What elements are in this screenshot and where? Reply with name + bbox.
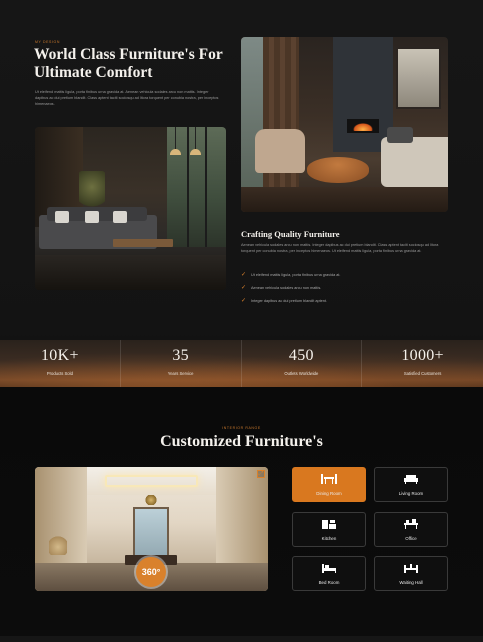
stat-value: 35 [172, 347, 189, 364]
plant [79, 171, 105, 211]
armchair [255, 129, 305, 173]
customized-eyebrow: INTERIOR RANGE [222, 426, 261, 430]
checklist-text: Aenean vehicula sodales arcu non mattis. [251, 285, 322, 290]
stat-outlets-worldwide: 450 Outlets Worldwide [242, 340, 363, 387]
lounge-photo [241, 37, 448, 212]
sofa-icon [375, 474, 447, 485]
page: MY DESIGN World Class Furniture's For Ul… [0, 0, 483, 642]
hero-description: Ut eleifend mattis ligula, porta finibus… [35, 90, 219, 106]
stat-label: Outlets Worldwide [284, 371, 319, 376]
chandelier [145, 495, 157, 505]
floor [241, 187, 448, 212]
fireplace [333, 37, 393, 152]
pendant-lamp [190, 127, 201, 155]
stat-value: 1000+ [401, 347, 444, 364]
room-tab-living[interactable]: Living Room [374, 467, 448, 502]
sofa [381, 127, 448, 187]
checkmark-icon: ✓ [241, 271, 247, 278]
room-label: Living Room [398, 491, 424, 496]
cushion [113, 211, 127, 223]
stats-band: 10K+ Products Sold 35 Years Service 450 … [0, 340, 483, 387]
coffee-table [113, 239, 173, 247]
checklist-item: ✓ Aenean vehicula sodales arcu non matti… [241, 281, 449, 294]
living-room-photo [35, 127, 226, 290]
crafting-description: Aenean vehicula sodales arcu non mattis.… [241, 243, 439, 253]
room-tab-bedroom[interactable]: Bed Room [292, 556, 366, 591]
expand-icon[interactable]: ⤢ [257, 470, 265, 478]
footer-edge [0, 636, 483, 642]
waiting-hall-icon [375, 563, 447, 574]
stat-satisfied-customers: 1000+ Satisfied Customers [362, 340, 483, 387]
checkmark-icon: ✓ [241, 297, 247, 304]
room-label: Dining Room [316, 491, 342, 496]
checklist-text: Ut eleifend mattis ligula, porta finibus… [251, 272, 341, 277]
hero-eyebrow: MY DESIGN [35, 40, 60, 44]
room-label: Bed Room [318, 580, 340, 585]
room-selector: Dining Room Living Room Kitchen Office B… [292, 467, 448, 591]
vase [49, 535, 67, 555]
hero-title: World Class Furniture's For Ultimate Com… [34, 46, 223, 81]
checkmark-icon: ✓ [241, 284, 247, 291]
rug [35, 255, 226, 290]
view-360-button[interactable]: 360° [136, 557, 166, 587]
customized-title: Customized Furniture's [160, 433, 323, 450]
room-label: Waiting Hall [399, 580, 423, 585]
checklist-item: ✓ Ut eleifend mattis ligula, porta finib… [241, 268, 449, 281]
ceiling-light [105, 475, 198, 487]
fire [347, 119, 379, 133]
cushion [85, 211, 99, 223]
stat-products-sold: 10K+ Products Sold [0, 340, 121, 387]
checklist-item: ✓ Integer dapibus ac dui pretium blandit… [241, 294, 449, 307]
wall-art [396, 47, 441, 109]
cushion [55, 211, 69, 223]
office-desk-icon [375, 518, 447, 530]
room-label: Kitchen [321, 535, 337, 541]
stat-label: Products Sold [46, 371, 73, 376]
stat-value: 10K+ [40, 347, 79, 364]
room-label: Office [405, 535, 417, 541]
round-table [307, 157, 369, 183]
crafting-title: Crafting Quality Furniture [241, 229, 340, 239]
feature-checklist: ✓ Ut eleifend mattis ligula, porta finib… [241, 268, 449, 307]
kitchen-icon [293, 519, 365, 530]
stat-label: Satisfied Customers [403, 371, 442, 376]
checklist-text: Integer dapibus ac dui pretium blandit a… [251, 298, 327, 303]
room-tab-dining[interactable]: Dining Room [292, 467, 366, 502]
room-tab-waiting-hall[interactable]: Waiting Hall [374, 556, 448, 591]
room-360-viewer[interactable]: ⤢ 360° [35, 467, 268, 591]
pendant-lamp [170, 127, 181, 155]
room-tab-kitchen[interactable]: Kitchen [292, 511, 366, 547]
bed-icon [293, 563, 365, 574]
dining-table-icon [293, 474, 365, 485]
stat-label: Years Service [167, 371, 194, 376]
stat-years-service: 35 Years Service [121, 340, 242, 387]
stat-value: 450 [288, 347, 314, 364]
room-tab-office[interactable]: Office [374, 511, 448, 547]
